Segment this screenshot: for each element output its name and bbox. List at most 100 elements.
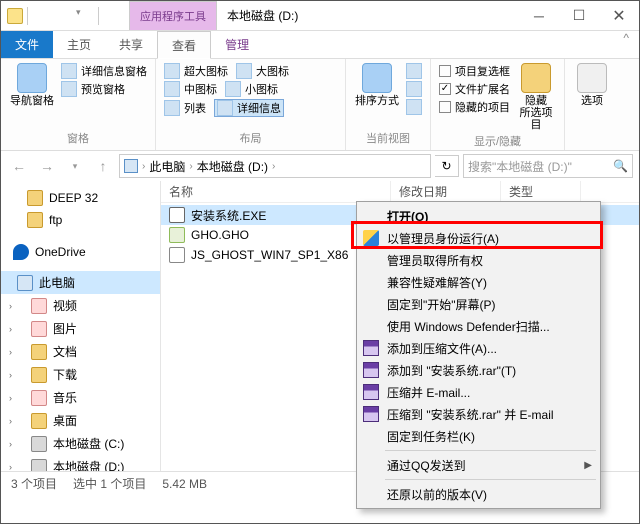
archive-icon: [363, 384, 379, 400]
maximize-button[interactable]: ☐: [559, 1, 599, 30]
ribbon-tabs: 文件 主页 共享 查看 管理 ^: [1, 31, 639, 59]
shield-icon: [363, 230, 379, 246]
hidden-items-toggle[interactable]: 隐藏的项目: [439, 99, 510, 115]
context-menu: 打开(O) 以管理员身份运行(A) 管理员取得所有权 兼容性疑难解答(Y) 固定…: [356, 201, 601, 509]
search-icon: 🔍: [613, 159, 628, 173]
breadcrumb-drive[interactable]: 本地磁盘 (D:): [197, 158, 268, 175]
sidebar-item[interactable]: ›本地磁盘 (D:): [1, 455, 160, 471]
search-placeholder: 搜索"本地磁盘 (D:)": [468, 158, 572, 175]
file-name: JS_GHOST_WIN7_SP1_X86: [191, 248, 348, 262]
collapse-ribbon-button[interactable]: ^: [613, 31, 639, 58]
file-icon: [169, 227, 185, 243]
tab-share[interactable]: 共享: [105, 31, 157, 58]
ctx-add-archive[interactable]: 添加到压缩文件(A)...: [357, 337, 600, 359]
ctx-admin-ownership[interactable]: 管理员取得所有权: [357, 249, 600, 271]
sidebar-item-label: 视频: [53, 297, 77, 314]
archive-icon: [363, 340, 379, 356]
separator: [27, 7, 28, 25]
layout-small[interactable]: 小图标: [225, 81, 278, 97]
ctx-add-rar[interactable]: 添加到 "安装系统.rar"(T): [357, 359, 600, 381]
groupby-button[interactable]: [406, 63, 422, 79]
expand-arrow-icon: ›: [9, 324, 19, 334]
col-name[interactable]: 名称: [161, 181, 391, 202]
contextual-tab-header: 应用程序工具: [129, 1, 217, 30]
back-button[interactable]: ←: [7, 154, 31, 178]
sidebar-item-label: 图片: [53, 320, 77, 337]
tab-home[interactable]: 主页: [53, 31, 105, 58]
history-dropdown[interactable]: ▾: [63, 154, 87, 178]
sidebar-item-label: DEEP 32: [49, 191, 98, 205]
ctx-troubleshoot[interactable]: 兼容性疑难解答(Y): [357, 271, 600, 293]
qat-dropdown-icon[interactable]: ▾: [76, 7, 94, 25]
tab-view[interactable]: 查看: [157, 31, 211, 59]
folder-icon: [27, 212, 43, 228]
ctx-defender[interactable]: 使用 Windows Defender扫描...: [357, 315, 600, 337]
column-headers: 名称 修改日期 类型: [161, 181, 639, 203]
qat-icon[interactable]: [32, 7, 50, 25]
file-extensions-toggle[interactable]: 文件扩展名: [439, 81, 510, 97]
group-label: 显示/隐藏: [439, 131, 556, 149]
qat-icon[interactable]: [54, 7, 72, 25]
layout-list[interactable]: 列表: [164, 99, 206, 117]
search-input[interactable]: 搜索"本地磁盘 (D:)" 🔍: [463, 154, 633, 178]
layout-details[interactable]: 详细信息: [214, 99, 284, 117]
ctx-pin-start[interactable]: 固定到"开始"屏幕(P): [357, 293, 600, 315]
tab-manage[interactable]: 管理: [211, 31, 263, 58]
sidebar-item[interactable]: ›音乐: [1, 386, 160, 409]
item-checkboxes-toggle[interactable]: 项目复选框: [439, 63, 510, 79]
group-label: 布局: [164, 128, 337, 146]
sidebar-item[interactable]: ›文档: [1, 340, 160, 363]
separator: [98, 7, 99, 25]
close-button[interactable]: ✕: [599, 1, 639, 30]
ribbon-group-options: 选项: [565, 59, 619, 150]
sidebar-item[interactable]: ›下载: [1, 363, 160, 386]
ctx-run-as-admin[interactable]: 以管理员身份运行(A): [357, 227, 600, 249]
nav-pane-icon: [17, 63, 47, 93]
preview-pane-button[interactable]: 预览窗格: [61, 81, 147, 97]
nav-pane-button[interactable]: 导航窗格: [9, 63, 55, 107]
pc-icon: [124, 159, 138, 173]
details-pane-button[interactable]: 详细信息窗格: [61, 63, 147, 79]
pc-icon: [17, 275, 33, 291]
sidebar-item[interactable]: ftp: [1, 209, 160, 231]
sizecolumns-button[interactable]: [406, 99, 422, 115]
details-pane-icon: [61, 63, 77, 79]
col-type[interactable]: 类型: [501, 181, 581, 202]
sort-by-button[interactable]: 排序方式: [354, 63, 400, 107]
media-icon: [31, 298, 47, 314]
layout-large[interactable]: 大图标: [236, 63, 289, 79]
titlebar: ▾ 应用程序工具 本地磁盘 (D:) ─ ☐ ✕: [1, 1, 639, 31]
ctx-send-qq[interactable]: 通过QQ发送到▶: [357, 454, 600, 476]
ribbon-group-current-view: 排序方式 当前视图: [346, 59, 431, 150]
addcolumns-button[interactable]: [406, 81, 422, 97]
file-icon: [169, 207, 185, 223]
hide-selected-button[interactable]: 隐藏 所选项目: [516, 63, 556, 131]
sidebar-item[interactable]: ›桌面: [1, 409, 160, 432]
layout-extra-large[interactable]: 超大图标: [164, 63, 228, 79]
forward-button[interactable]: →: [35, 154, 59, 178]
ctx-open[interactable]: 打开(O): [357, 205, 600, 227]
sidebar-item[interactable]: DEEP 32: [1, 187, 160, 209]
up-button[interactable]: ↑: [91, 154, 115, 178]
tab-file[interactable]: 文件: [1, 31, 53, 58]
ctx-compress-rar-email[interactable]: 压缩到 "安装系统.rar" 并 E-mail: [357, 403, 600, 425]
sidebar-item[interactable]: ›视频: [1, 294, 160, 317]
options-button[interactable]: 选项: [573, 63, 611, 107]
breadcrumb[interactable]: › 此电脑 › 本地磁盘 (D:) ›: [119, 154, 431, 178]
sidebar-item[interactable]: OneDrive: [1, 241, 160, 263]
sidebar-item[interactable]: ˅此电脑: [1, 271, 160, 294]
breadcrumb-pc[interactable]: 此电脑: [149, 158, 185, 175]
ribbon-group-panes: 导航窗格 详细信息窗格 预览窗格 窗格: [1, 59, 156, 150]
ctx-compress-email[interactable]: 压缩并 E-mail...: [357, 381, 600, 403]
minimize-button[interactable]: ─: [519, 1, 559, 30]
col-date[interactable]: 修改日期: [391, 181, 501, 202]
refresh-button[interactable]: ↻: [435, 155, 459, 177]
sidebar-item[interactable]: › 图片: [1, 317, 160, 340]
layout-medium[interactable]: 中图标: [164, 81, 217, 97]
drive-icon: [31, 436, 47, 452]
ctx-pin-taskbar[interactable]: 固定到任务栏(K): [357, 425, 600, 447]
sidebar-item[interactable]: ›本地磁盘 (C:): [1, 432, 160, 455]
sidebar-item-label: 桌面: [53, 412, 77, 429]
options-icon: [577, 63, 607, 93]
ctx-restore-prev[interactable]: 还原以前的版本(V): [357, 483, 600, 505]
